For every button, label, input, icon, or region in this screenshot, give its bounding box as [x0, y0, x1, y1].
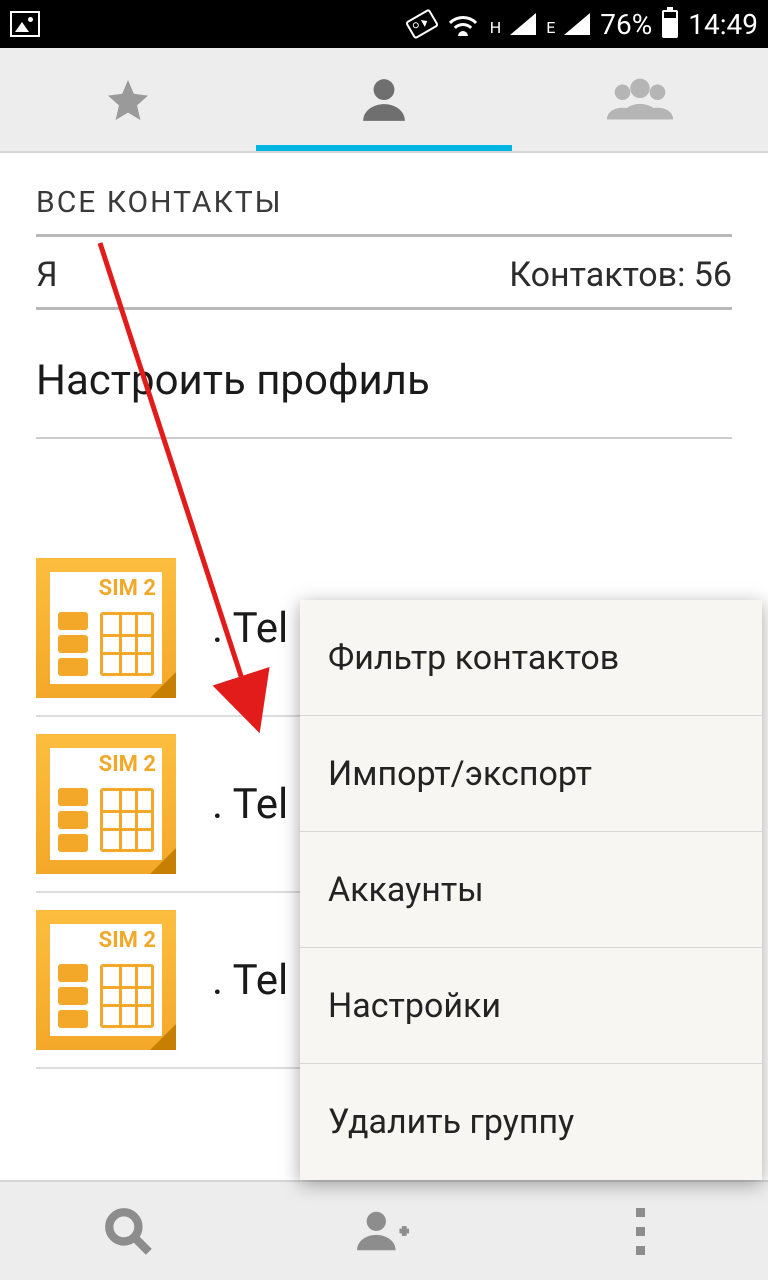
overflow-menu: Фильтр контактов Импорт/экспорт Аккаунты…	[300, 600, 762, 1180]
sim-card-icon: SIM 2	[36, 910, 176, 1050]
contact-name: . Tel	[212, 956, 288, 1005]
menu-import-export[interactable]: Импорт/экспорт	[300, 716, 762, 832]
person-icon	[359, 75, 409, 125]
search-button[interactable]	[0, 1206, 256, 1256]
section-header: ВСЕ КОНТАКТЫ	[36, 153, 732, 237]
tab-contacts[interactable]	[256, 48, 512, 151]
tab-groups[interactable]	[512, 48, 768, 151]
top-tabs	[0, 48, 768, 153]
add-person-icon	[357, 1204, 411, 1258]
network-type-2: E	[546, 18, 554, 37]
menu-accounts[interactable]: Аккаунты	[300, 832, 762, 948]
battery-percent: 76%	[600, 8, 652, 41]
tab-favorites[interactable]	[0, 48, 256, 151]
contact-name: . Tel	[212, 604, 288, 653]
setup-profile[interactable]: Настроить профиль	[36, 310, 732, 439]
group-icon	[605, 75, 675, 125]
me-label: Я	[36, 255, 58, 295]
sim-card-icon: SIM 2	[36, 734, 176, 874]
battery-icon	[662, 10, 678, 38]
network-type-1: H	[490, 18, 500, 37]
star-icon	[104, 76, 152, 124]
signal-icon-2	[564, 13, 590, 35]
me-row: Я Контактов: 56	[36, 237, 732, 310]
search-icon	[103, 1206, 153, 1256]
status-bar: H E 76% 14:49	[0, 0, 768, 48]
more-icon	[636, 1208, 645, 1255]
wifi-icon	[446, 12, 480, 36]
signal-icon-1	[510, 13, 536, 35]
menu-filter-contacts[interactable]: Фильтр контактов	[300, 600, 762, 716]
clock: 14:49	[688, 8, 758, 41]
contacts-content: ВСЕ КОНТАКТЫ Я Контактов: 56 Настроить п…	[0, 153, 768, 1180]
sim-card-icon: SIM 2	[36, 558, 176, 698]
contacts-count: Контактов: 56	[509, 255, 732, 295]
add-contact-button[interactable]	[256, 1204, 512, 1258]
menu-delete-group[interactable]: Удалить группу	[300, 1064, 762, 1180]
ringer-icon	[405, 8, 439, 39]
contact-name: . Tel	[212, 780, 288, 829]
bottom-bar	[0, 1180, 768, 1280]
screenshot-notif-icon	[10, 11, 40, 37]
menu-settings[interactable]: Настройки	[300, 948, 762, 1064]
more-button[interactable]	[512, 1208, 768, 1255]
